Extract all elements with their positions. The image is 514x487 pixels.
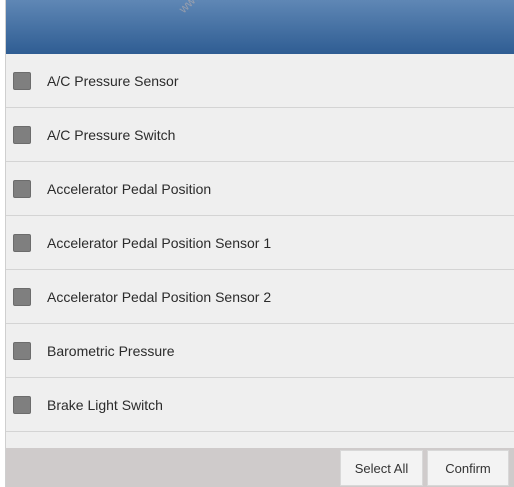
checkbox[interactable] <box>13 179 31 198</box>
list-item-label: Barometric Pressure <box>47 342 175 359</box>
checkbox[interactable] <box>13 341 31 360</box>
list-item[interactable]: Barometric Pressure <box>6 324 514 378</box>
list-item[interactable]: A/C Pressure Sensor <box>6 54 514 108</box>
checkbox[interactable] <box>13 395 31 414</box>
list-item[interactable]: Accelerator Pedal Position <box>6 162 514 216</box>
checkbox[interactable] <box>13 125 31 144</box>
checkbox[interactable] <box>13 71 31 90</box>
select-all-button[interactable]: Select All <box>340 450 423 486</box>
list-item[interactable]: Accelerator Pedal Position Sensor 1 <box>6 216 514 270</box>
app-window: A/C Pressure Sensor A/C Pressure Switch … <box>5 0 514 487</box>
checkbox[interactable] <box>13 287 31 306</box>
header-bar <box>6 0 514 54</box>
list-item[interactable]: A/C Pressure Switch <box>6 108 514 162</box>
list-item-label: Brake Light Switch <box>47 396 163 413</box>
list-item-label: A/C Pressure Switch <box>47 126 176 143</box>
sensor-list: A/C Pressure Sensor A/C Pressure Switch … <box>6 54 514 448</box>
footer-bar: Select All Confirm <box>6 448 514 487</box>
confirm-button[interactable]: Confirm <box>427 450 509 486</box>
list-item[interactable]: Brake Light Switch <box>6 378 514 432</box>
list-item-label: A/C Pressure Sensor <box>47 72 179 89</box>
list-item[interactable]: Accelerator Pedal Position Sensor 2 <box>6 270 514 324</box>
list-item-label: Accelerator Pedal Position Sensor 2 <box>47 288 272 305</box>
list-item-label: Accelerator Pedal Position Sensor 1 <box>47 234 272 251</box>
list-item-label: Accelerator Pedal Position <box>47 180 212 197</box>
checkbox[interactable] <box>13 233 31 252</box>
